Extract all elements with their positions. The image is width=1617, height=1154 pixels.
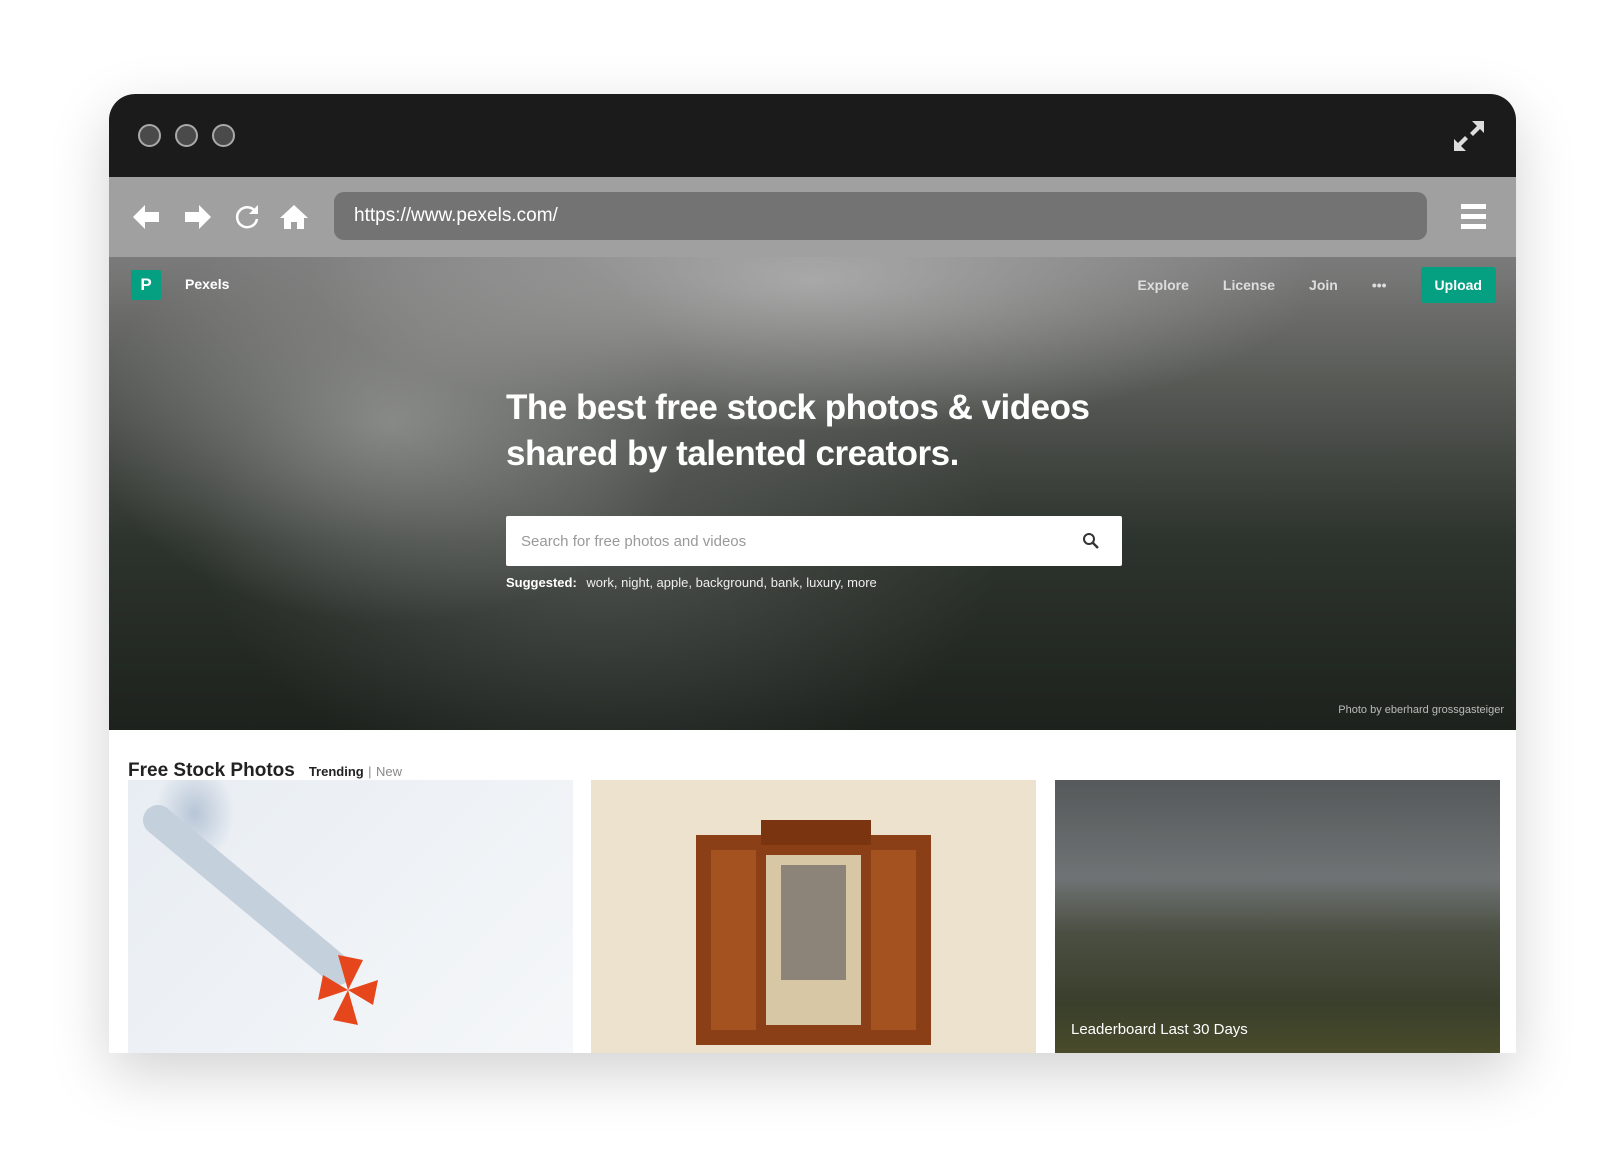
photo-mountains[interactable]: Leaderboard Last 30 Days	[1055, 780, 1500, 1053]
home-icon[interactable]	[279, 202, 309, 232]
suggestion-link[interactable]: luxury	[806, 575, 840, 590]
suggestion-link[interactable]: more	[847, 575, 877, 590]
minimize-window-button[interactable]	[175, 124, 198, 147]
back-arrow-icon[interactable]	[131, 202, 161, 232]
suggested-label: Suggested:	[506, 575, 577, 590]
photo-shrine[interactable]	[591, 780, 1036, 1053]
hero-title: The best free stock photos & videos shar…	[506, 388, 1090, 473]
hero-banner: P Pexels Explore License Join ••• Upload…	[109, 257, 1516, 730]
search-input[interactable]	[506, 516, 1066, 566]
nav-join[interactable]: Join	[1309, 277, 1338, 293]
forward-arrow-icon[interactable]	[183, 202, 213, 232]
upload-button[interactable]: Upload	[1420, 267, 1496, 303]
search-icon[interactable]	[1082, 532, 1100, 550]
tab-separator: |	[368, 764, 372, 779]
close-window-button[interactable]	[138, 124, 161, 147]
suggestion-link[interactable]: apple	[657, 575, 689, 590]
expand-icon[interactable]	[1452, 119, 1486, 153]
section-title: Free Stock Photos	[128, 760, 295, 781]
browser-window: https://www.pexels.com/ P Pexels Explore…	[109, 94, 1516, 1053]
nav-license[interactable]: License	[1223, 277, 1275, 293]
suggestion-link[interactable]: bank	[771, 575, 799, 590]
top-nav: Explore License Join ••• Upload	[1138, 267, 1496, 303]
tab-new[interactable]: New	[376, 764, 402, 779]
title-bar	[109, 94, 1516, 177]
brand-name[interactable]: Pexels	[185, 276, 229, 292]
nav-explore[interactable]: Explore	[1138, 277, 1189, 293]
photo-umbrella[interactable]	[128, 780, 573, 1053]
pexels-logo[interactable]: P	[131, 270, 161, 300]
photo-credit[interactable]: Photo by eberhard grossgasteiger	[1338, 704, 1504, 716]
shrine-image	[696, 820, 931, 1045]
section-header: Free Stock Photos Trending | New	[128, 760, 402, 782]
suggestion-link[interactable]: background	[696, 575, 764, 590]
search-box	[506, 516, 1122, 566]
more-options-icon[interactable]: •••	[1372, 277, 1387, 293]
browser-toolbar: https://www.pexels.com/	[109, 177, 1516, 257]
leaderboard-label[interactable]: Leaderboard Last 30 Days	[1071, 1021, 1248, 1038]
reload-icon[interactable]	[232, 202, 262, 232]
suggested-searches: Suggested: work, night, apple, backgroun…	[506, 575, 877, 590]
address-bar[interactable]: https://www.pexels.com/	[334, 192, 1427, 240]
suggestion-link[interactable]: night	[621, 575, 649, 590]
tab-trending[interactable]: Trending	[309, 764, 364, 779]
suggestion-link[interactable]: work	[586, 575, 613, 590]
umbrella-image	[143, 805, 378, 1025]
maximize-window-button[interactable]	[212, 124, 235, 147]
hamburger-menu-icon[interactable]	[1461, 204, 1486, 229]
